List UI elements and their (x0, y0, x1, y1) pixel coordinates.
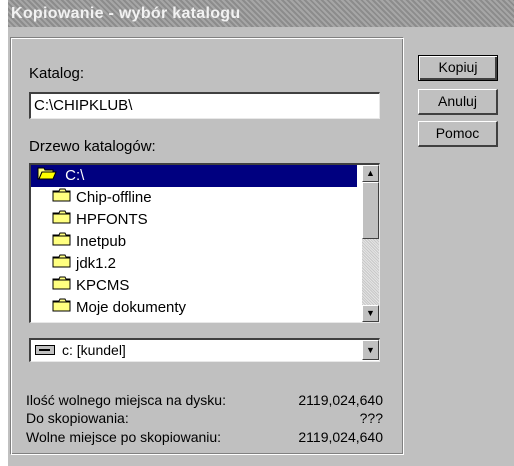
free-space-label: Ilość wolnego miejsca na dysku: (26, 392, 226, 408)
katalog-value: C:\CHIPKLUB\ (34, 97, 133, 114)
window-title: Kopiowanie - wybór katalogu (11, 5, 241, 22)
folder-icon (52, 297, 72, 319)
title-bar[interactable]: Kopiowanie - wybór katalogu (8, 0, 514, 27)
tree-item-label: Inetpub (76, 233, 127, 250)
tree-scrollbar[interactable]: ▲ ▼ (362, 165, 379, 322)
to-copy-label: Do skopiowania: (26, 410, 129, 426)
tree-item[interactable]: jdk1.2 (31, 253, 116, 275)
tree-item-label: HPFONTS (76, 211, 148, 228)
drive-select[interactable]: c: [kundel] ▼ (29, 338, 380, 362)
arrow-down-icon[interactable]: ▼ (362, 305, 379, 322)
folder-icon (52, 253, 72, 275)
arrow-up-icon[interactable]: ▲ (362, 165, 379, 182)
after-copy-value: 2119,024,640 (298, 429, 383, 445)
tree-item[interactable]: Inetpub (31, 231, 126, 253)
tree-item-label: KPCMS (76, 277, 130, 294)
katalog-label: Katalog: (29, 65, 85, 82)
folder-icon (52, 231, 72, 253)
tree-item[interactable]: KPCMS (31, 275, 129, 297)
after-copy-label: Wolne miejsce po skopiowaniu: (26, 429, 222, 445)
dialog-window: Kopiowanie - wybór katalogu Katalog: C:\… (8, 0, 514, 466)
tree-item[interactable]: Chip-offline (31, 187, 152, 209)
folder-icon (52, 209, 72, 231)
kopiuj-button[interactable]: Kopiuj (418, 55, 498, 81)
to-copy-value: ??? (359, 410, 383, 426)
katalog-input[interactable]: C:\CHIPKLUB\ (29, 92, 380, 119)
tree-item-label: jdk1.2 (76, 255, 117, 272)
pomoc-button[interactable]: Pomoc (418, 121, 498, 147)
tree-root-label: C:\ (65, 167, 85, 184)
folder-icon (52, 187, 72, 209)
open-folder-icon (37, 165, 57, 187)
tree-item-label: Chip-offline (76, 189, 152, 206)
tree-item-label: Moje dokumenty (76, 299, 187, 316)
anuluj-label: Anuluj (438, 93, 477, 109)
anuluj-button[interactable]: Anuluj (418, 89, 498, 115)
drive-value: c: [kundel] (62, 342, 126, 358)
pomoc-label: Pomoc (435, 125, 480, 141)
directory-tree[interactable]: C:\ Chip-offline HPFONTS Inetpub jdk1.2 KPCM… (29, 163, 380, 323)
folder-icon (52, 275, 72, 297)
chevron-down-icon[interactable]: ▼ (362, 340, 379, 360)
tree-item[interactable]: HPFONTS (31, 209, 148, 231)
drive-icon (35, 345, 55, 355)
tree-label: Drzewo katalogów: (29, 138, 156, 155)
scroll-thumb[interactable] (362, 182, 379, 239)
free-space-value: 2119,024,640 (298, 392, 383, 408)
kopiuj-label: Kopiuj (438, 59, 478, 75)
tree-item[interactable]: Moje dokumenty (31, 297, 186, 319)
tree-item-root[interactable]: C:\ (31, 165, 357, 187)
